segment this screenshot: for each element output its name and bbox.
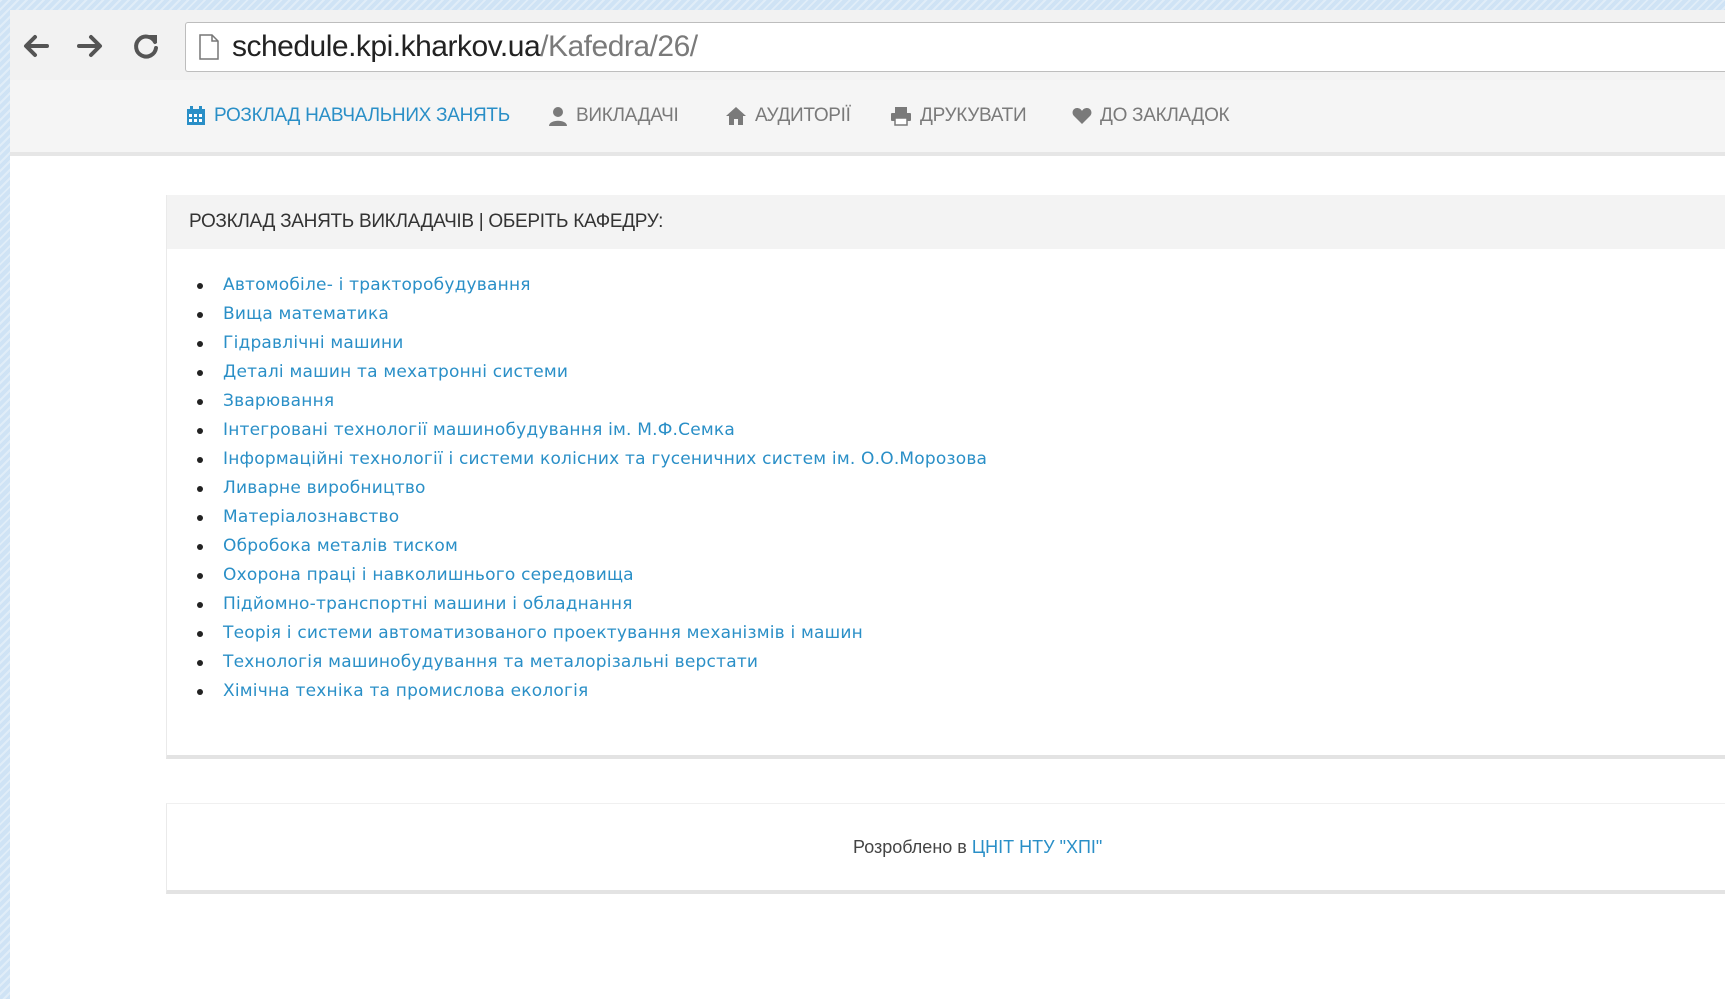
reload-icon xyxy=(134,34,158,59)
list-item: Гідравлічні машини xyxy=(197,329,1725,358)
nav-item-label: РОЗКЛАД НАВЧАЛЬНИХ ЗАНЯТЬ xyxy=(214,105,510,126)
page-footer: Розроблено в ЦНІТ НТУ "ХПІ" xyxy=(166,803,1725,894)
department-link[interactable]: Технологія машинобудування та металоріза… xyxy=(223,652,758,672)
department-link[interactable]: Автомобіле- і тракторобудування xyxy=(223,275,531,295)
nav-item-teachers[interactable]: ВИКЛАДАЧІ xyxy=(548,104,679,128)
department-link[interactable]: Інтегровані технології машинобудування і… xyxy=(223,420,735,440)
url-host: schedule.kpi.kharkov.ua xyxy=(232,30,541,63)
nav-item-bookmark[interactable]: ДО ЗАКЛАДОК xyxy=(1072,104,1230,128)
heart-icon xyxy=(1072,108,1092,124)
department-link[interactable]: Ливарне виробництво xyxy=(223,478,426,498)
page-icon xyxy=(199,34,219,60)
department-link[interactable]: Хімічна техніка та промислова екологія xyxy=(223,681,588,701)
department-link[interactable]: Підйомно-транспортні машини і обладнання xyxy=(223,594,633,614)
department-link[interactable]: Обробока металів тиском xyxy=(223,536,458,556)
list-item: Технологія машинобудування та металоріза… xyxy=(197,648,1725,677)
department-panel: РОЗКЛАД ЗАНЯТЬ ВИКЛАДАЧІВ | ОБЕРІТЬ КАФЕ… xyxy=(166,195,1725,759)
browser-window: schedule.kpi.kharkov.ua/Kafedra/26/ РОЗК… xyxy=(10,10,1725,999)
department-link[interactable]: Деталі машин та мехатронні системи xyxy=(223,362,568,382)
arrow-left-icon xyxy=(24,35,49,57)
user-icon xyxy=(549,107,567,126)
list-item: Деталі машин та мехатронні системи xyxy=(197,358,1725,387)
nav-item-label: ДРУКУВАТИ xyxy=(920,105,1027,126)
footer-link[interactable]: ЦНІТ НТУ "ХПІ" xyxy=(972,837,1102,857)
nav-item-print[interactable]: ДРУКУВАТИ xyxy=(890,104,1027,128)
nav-item-label: ДО ЗАКЛАДОК xyxy=(1100,105,1230,126)
back-button[interactable] xyxy=(18,28,54,64)
list-item: Ливарне виробництво xyxy=(197,474,1725,503)
list-item: Інтегровані технології машинобудування і… xyxy=(197,416,1725,445)
forward-button[interactable] xyxy=(72,28,108,64)
reload-button[interactable] xyxy=(128,28,164,64)
url-path: /Kafedra/26/ xyxy=(540,30,698,63)
panel-title: РОЗКЛАД ЗАНЯТЬ ВИКЛАДАЧІВ | ОБЕРІТЬ КАФЕ… xyxy=(167,195,1725,249)
list-item: Підйомно-транспортні машини і обладнання xyxy=(197,590,1725,619)
footer-prefix: Розроблено в xyxy=(853,837,972,857)
list-item: Теорія і системи автоматизованого проект… xyxy=(197,619,1725,648)
url-text: schedule.kpi.kharkov.ua/Kafedra/26/ xyxy=(232,31,698,63)
address-bar[interactable]: schedule.kpi.kharkov.ua/Kafedra/26/ xyxy=(185,22,1725,72)
department-link[interactable]: Матеріалознавство xyxy=(223,507,399,527)
department-link[interactable]: Вища математика xyxy=(223,304,389,324)
nav-item-classrooms[interactable]: АУДИТОРІЇ xyxy=(725,104,851,128)
department-link[interactable]: Інформаційні технології і системи колісн… xyxy=(223,449,987,469)
nav-item-schedule[interactable]: РОЗКЛАД НАВЧАЛЬНИХ ЗАНЯТЬ xyxy=(186,104,510,128)
list-item: Матеріалознавство xyxy=(197,503,1725,532)
site-navbar: РОЗКЛАД НАВЧАЛЬНИХ ЗАНЯТЬ ВИКЛАДАЧІ АУДИ… xyxy=(10,80,1725,156)
department-link[interactable]: Теорія і системи автоматизованого проект… xyxy=(223,623,863,643)
footer-credit: Розроблено в ЦНІТ НТУ "ХПІ" xyxy=(853,837,1102,858)
list-item: Інформаційні технології і системи колісн… xyxy=(197,445,1725,474)
print-icon xyxy=(891,107,911,126)
department-link[interactable]: Зварювання xyxy=(223,391,334,411)
nav-item-label: ВИКЛАДАЧІ xyxy=(576,105,679,126)
calendar-icon xyxy=(187,106,205,125)
home-icon xyxy=(726,107,746,125)
arrow-right-icon xyxy=(77,35,102,57)
list-item: Вища математика xyxy=(197,300,1725,329)
list-item: Автомобіле- і тракторобудування xyxy=(197,271,1725,300)
department-link[interactable]: Гідравлічні машини xyxy=(223,333,404,353)
list-item: Обробока металів тиском xyxy=(197,532,1725,561)
browser-toolbar: schedule.kpi.kharkov.ua/Kafedra/26/ xyxy=(10,10,1725,81)
nav-item-label: АУДИТОРІЇ xyxy=(755,105,851,126)
list-item: Зварювання xyxy=(197,387,1725,416)
list-item: Охорона праці і навколишнього середовища xyxy=(197,561,1725,590)
department-list: Автомобіле- і тракторобудування Вища мат… xyxy=(167,249,1725,706)
list-item: Хімічна техніка та промислова екологія xyxy=(197,677,1725,706)
department-link[interactable]: Охорона праці і навколишнього середовища xyxy=(223,565,634,585)
